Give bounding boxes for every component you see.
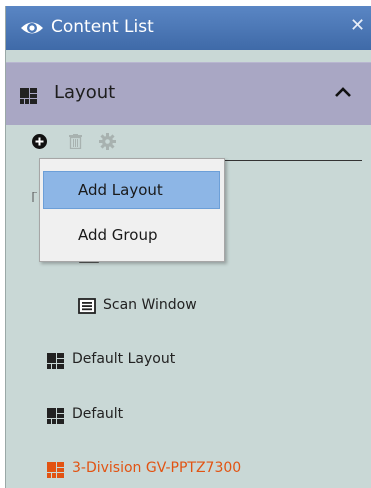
add-context-menu: Add Layout Add Group — [39, 158, 225, 262]
tree-item-default-layout[interactable]: Default Layout — [6, 346, 371, 376]
divider — [211, 160, 362, 161]
tree-item-3-division[interactable]: 3-Division GV-PPTZ7300 — [6, 455, 371, 485]
layout-grid-icon — [47, 408, 64, 424]
scan-window-icon — [78, 298, 96, 314]
tree-connector — [32, 192, 37, 202]
title-bar: Content List ✕ — [6, 6, 371, 50]
eye-icon — [21, 22, 43, 34]
gear-icon[interactable] — [99, 133, 116, 150]
layout-section-header[interactable]: Layout — [6, 62, 371, 125]
tree-item-label: Default Layout — [72, 351, 176, 367]
content-list-panel: Content List ✕ Layout Scan Window Defaul… — [5, 6, 371, 488]
layout-grid-icon — [47, 462, 64, 478]
tree-item-label: Default — [72, 406, 124, 422]
tree-item-label: 3-Division GV-PPTZ7300 — [72, 460, 242, 476]
add-circle-icon[interactable] — [32, 134, 47, 149]
tree-item-default[interactable]: Default — [6, 401, 371, 431]
close-button[interactable]: ✕ — [350, 15, 365, 36]
chevron-up-icon[interactable] — [335, 87, 351, 97]
window-title: Content List — [51, 17, 154, 37]
menu-item-add-group[interactable]: Add Group — [43, 216, 220, 254]
section-title: Layout — [54, 82, 116, 103]
trash-icon[interactable] — [69, 134, 82, 149]
menu-item-add-layout[interactable]: Add Layout — [43, 171, 220, 209]
tree-item-label: Scan Window — [103, 297, 197, 313]
layout-grid-icon — [47, 353, 64, 369]
layout-grid-icon — [20, 88, 37, 104]
tree-item-scan-window[interactable]: Scan Window — [6, 292, 371, 322]
